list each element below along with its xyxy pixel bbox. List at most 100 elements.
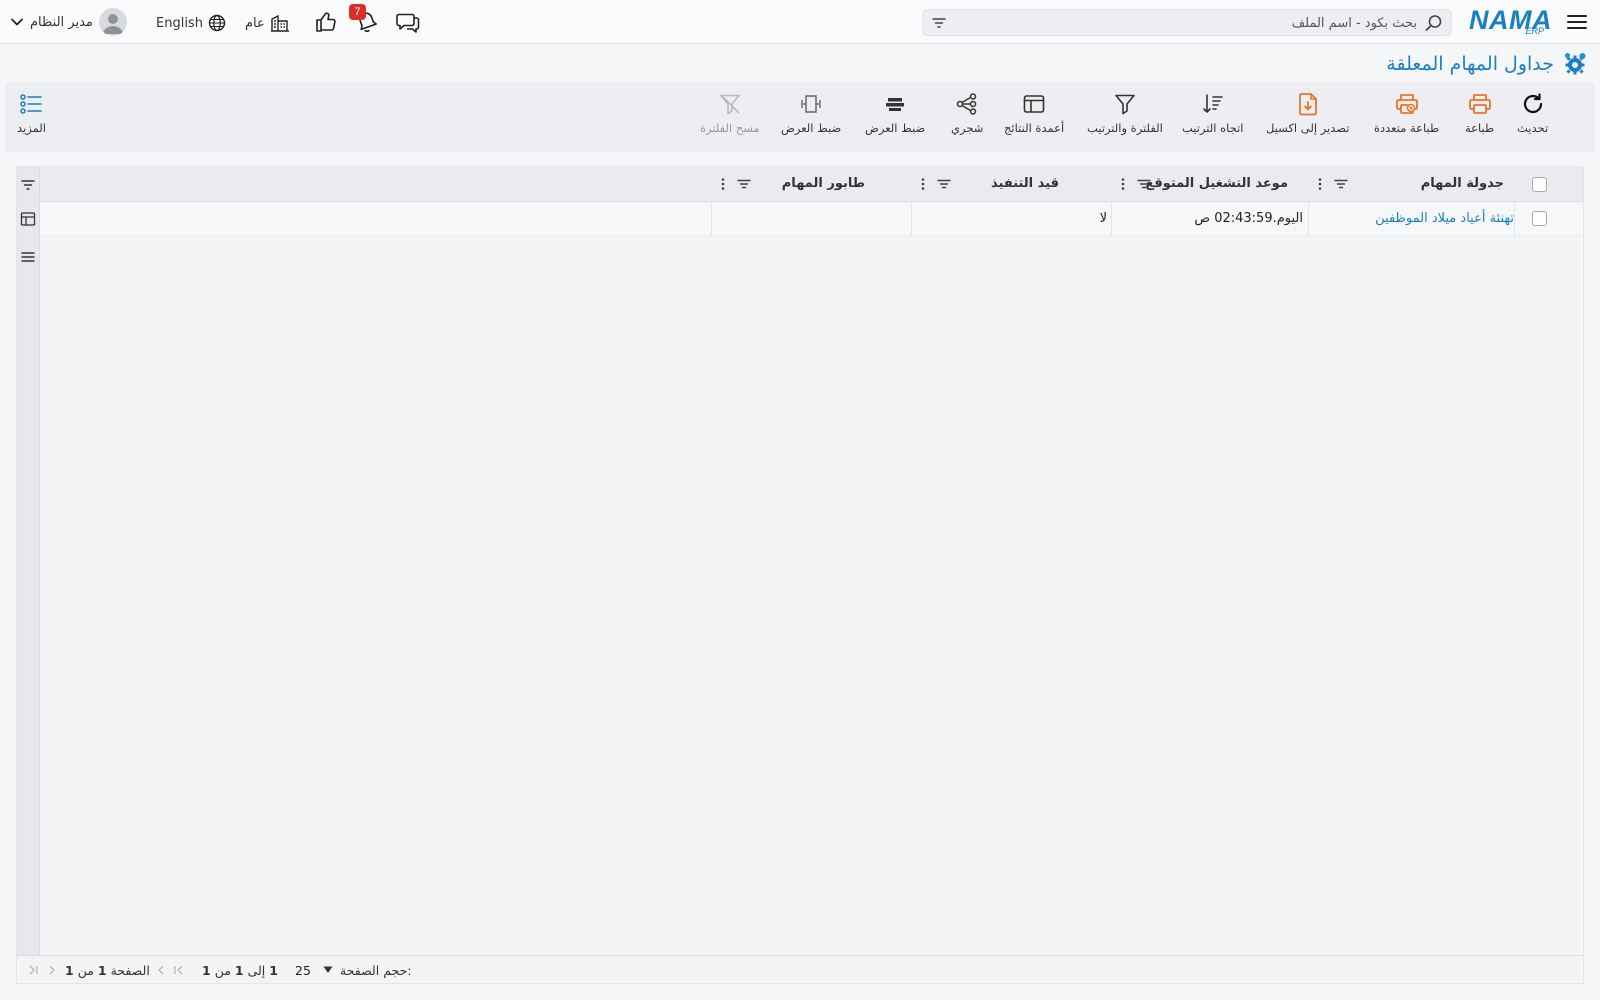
next-page-icon[interactable] <box>46 964 58 976</box>
column-filter-icon[interactable] <box>1137 177 1151 191</box>
previous-page-icon[interactable] <box>155 964 167 976</box>
column-filter-icon[interactable] <box>937 177 951 191</box>
print-button[interactable]: طباعة <box>1465 92 1494 135</box>
column-header-label: جدولة المهام <box>1420 176 1504 191</box>
sort-direction-button[interactable]: اتجاه الترتيب <box>1182 92 1243 135</box>
grid-side-panel <box>17 167 40 955</box>
filter-sort-button[interactable]: الفلترة والترتيب <box>1087 92 1163 135</box>
notification-count-badge: 7 <box>349 4 366 20</box>
result-columns-button[interactable]: أعمدة النتائج <box>1004 92 1064 135</box>
branch-label: عام <box>245 15 265 31</box>
globe-icon <box>208 14 226 32</box>
side-menu-icon[interactable] <box>20 249 36 265</box>
column-header-task-schedule[interactable]: جدولة المهام <box>1308 167 1514 202</box>
column-divider <box>1111 202 1112 236</box>
clear-filter-button[interactable]: مسح الفلترة <box>700 92 760 135</box>
sort-icon <box>1201 92 1225 116</box>
range-summary: 1 إلى 1 من 1 <box>202 963 278 978</box>
column-header-task-queue[interactable]: طابور المهام <box>711 167 911 202</box>
column-width-icon <box>799 92 823 116</box>
more-label: المزيد <box>17 121 46 135</box>
column-menu-icon[interactable] <box>1120 177 1126 191</box>
tree-view-button[interactable]: شجري <box>951 92 983 135</box>
table-row[interactable]: تهنئة أعياد ميلاد الموظفين اليوم.02:43:5… <box>40 202 1583 236</box>
fit-width-label-1: ضبط العرض <box>865 121 926 135</box>
building-icon <box>270 13 290 33</box>
refresh-label: تحديث <box>1517 121 1549 135</box>
fit-width-label-2: ضبط العرض <box>781 121 842 135</box>
branch-selector[interactable]: عام <box>245 12 290 34</box>
tree-icon <box>955 92 979 116</box>
column-header-label: قيد التنفيذ <box>991 176 1059 191</box>
refresh-icon <box>1521 92 1545 116</box>
fit-width-button-1[interactable]: ضبط العرض <box>865 92 925 135</box>
column-divider <box>711 202 712 236</box>
multi-print-button[interactable]: طباعة متعددة <box>1374 92 1439 135</box>
search-filter-icon[interactable] <box>931 15 947 31</box>
page-current: 1 <box>97 963 107 978</box>
row-select-checkbox[interactable] <box>1532 211 1547 226</box>
side-filter-icon[interactable] <box>20 177 36 193</box>
language-switcher[interactable]: English <box>156 12 226 34</box>
column-menu-icon[interactable] <box>920 177 926 191</box>
search-icon[interactable] <box>1425 14 1443 32</box>
thumbs-up-icon[interactable] <box>314 10 338 34</box>
nama-erp-logo[interactable]: NAMA ERP <box>1468 5 1552 37</box>
columns-icon <box>1022 92 1046 116</box>
range-to: 1 <box>234 963 244 978</box>
more-button[interactable]: المزيد <box>17 92 46 135</box>
last-page-icon[interactable] <box>27 964 39 976</box>
clear-filter-icon <box>718 92 742 116</box>
column-menu-icon[interactable] <box>1317 177 1323 191</box>
page-summary: الصفحة 1 من 1 <box>65 963 150 978</box>
column-divider <box>1308 202 1309 236</box>
results-grid: جدولة المهام موعد التشغيل المتوقع قيد ال… <box>16 166 1584 984</box>
chat-icon[interactable] <box>396 10 420 34</box>
column-header-expected-run[interactable]: موعد التشغيل المتوقع <box>1111 167 1308 202</box>
range-of-word: من <box>214 963 231 978</box>
column-header-label: موعد التشغيل المتوقع <box>1145 176 1288 191</box>
user-menu[interactable]: مدير النظام <box>10 8 127 36</box>
cell-in-progress: لا <box>1099 211 1107 226</box>
fit-width-icon <box>883 92 907 116</box>
hamburger-menu-icon[interactable] <box>1566 11 1588 33</box>
sort-direction-label: اتجاه الترتيب <box>1182 121 1244 135</box>
multi-printer-icon <box>1395 92 1419 116</box>
language-label: English <box>156 15 203 31</box>
pagination-bar: حجم الصفحة: 25 1 إلى 1 من 1 الصفحة 1 من … <box>17 955 1583 983</box>
export-excel-label: تصدير إلى اكسيل <box>1266 121 1350 135</box>
export-excel-button[interactable]: تصدير إلى اكسيل <box>1266 92 1349 135</box>
page-of-word: من <box>77 963 94 978</box>
side-table-icon[interactable] <box>20 211 36 227</box>
column-filter-icon[interactable] <box>737 177 751 191</box>
column-filter-icon[interactable] <box>1334 177 1348 191</box>
page-size-select[interactable]: 25 <box>289 960 339 980</box>
column-divider <box>911 202 912 236</box>
funnel-icon <box>1113 92 1137 116</box>
page-title: جداول المهام المعلقة <box>1386 53 1554 75</box>
list-icon <box>19 92 43 116</box>
filter-sort-label: الفلترة والترتيب <box>1087 121 1163 135</box>
select-all-checkbox[interactable] <box>1532 177 1547 192</box>
page-word: الصفحة <box>110 963 150 978</box>
printer-icon <box>1468 92 1492 116</box>
action-toolbar: تحديث طباعة طباعة متعددة تصدير إلى اكسيل… <box>5 82 1595 152</box>
range-total: 1 <box>202 963 211 978</box>
clear-filter-label: مسح الفلترة <box>700 121 760 135</box>
cell-task-schedule-link[interactable]: تهنئة أعياد ميلاد الموظفين <box>1375 211 1514 226</box>
multi-print-label: طباعة متعددة <box>1374 121 1440 135</box>
grid-header-row: جدولة المهام موعد التشغيل المتوقع قيد ال… <box>40 167 1583 202</box>
file-download-icon <box>1296 92 1320 116</box>
first-page-icon[interactable] <box>173 964 185 976</box>
column-menu-icon[interactable] <box>720 177 726 191</box>
chevron-down-icon <box>10 15 24 29</box>
column-header-in-progress[interactable]: قيد التنفيذ <box>911 167 1111 202</box>
result-columns-label: أعمدة النتائج <box>1004 121 1065 135</box>
fit-width-button-2[interactable]: ضبط العرض <box>781 92 841 135</box>
search-input[interactable] <box>977 13 1417 33</box>
cell-expected-run: اليوم.02:43:59 ص <box>1194 211 1303 226</box>
avatar <box>98 8 127 36</box>
page-size-value: 25 <box>295 962 311 978</box>
print-label: طباعة <box>1465 121 1495 135</box>
refresh-button[interactable]: تحديث <box>1517 92 1548 135</box>
